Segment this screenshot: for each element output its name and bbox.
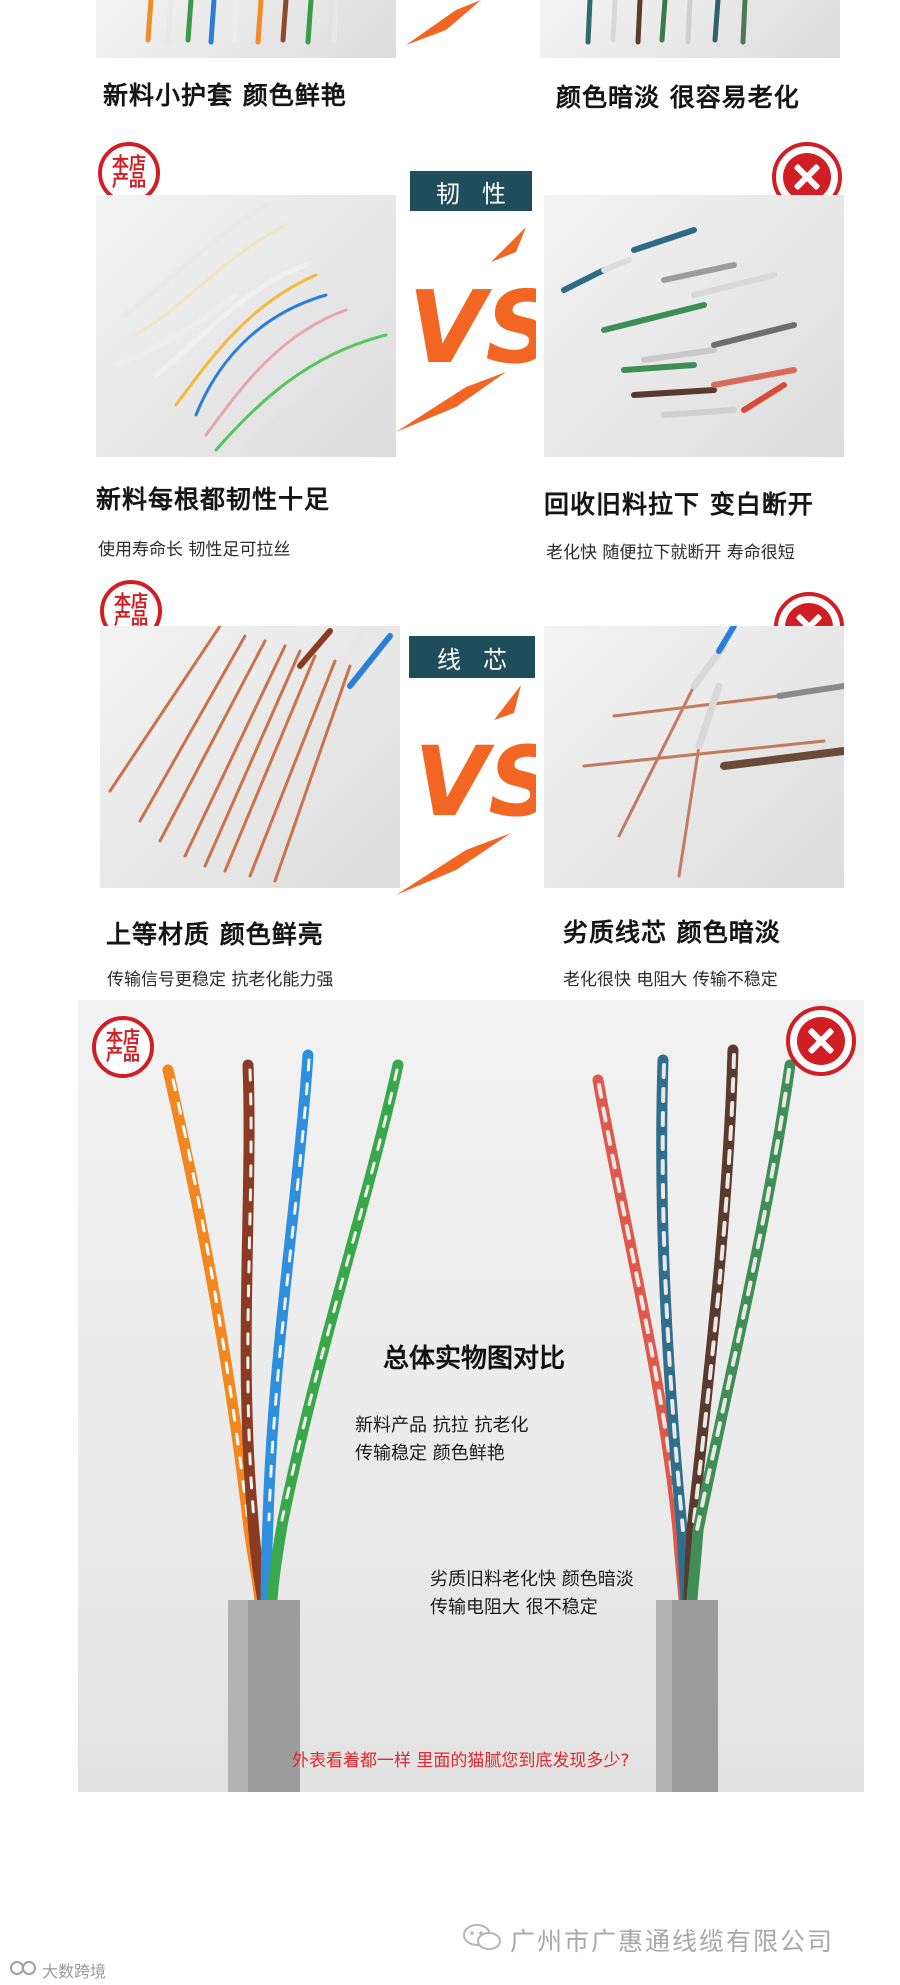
top-right-caption: 颜色暗淡 很容易老化 <box>556 83 800 112</box>
toughness-vs-graphic: VS <box>396 227 536 432</box>
watermark-logo-icon <box>10 1961 36 1975</box>
bad-product-x-icon <box>786 1006 856 1076</box>
core-label: 线芯 <box>409 636 535 678</box>
top-vs-fragment <box>406 0 481 45</box>
overall-comparison-photo <box>78 1000 864 1792</box>
svg-text:VS: VS <box>408 269 536 386</box>
core-good-photo <box>100 626 400 888</box>
core-good-subcaption: 传输信号更稳定 抗老化能力强 <box>107 970 334 990</box>
core-bad-caption: 劣质线芯 颜色暗淡 <box>563 918 781 947</box>
overview-bad-line2: 传输电阻大 很不稳定 <box>430 1597 598 1618</box>
core-bad-photo <box>544 626 844 888</box>
top-left-photo <box>96 0 396 58</box>
toughness-bad-photo <box>544 195 844 457</box>
toughness-good-subcaption: 使用寿命长 韧性足可拉丝 <box>98 540 291 560</box>
company-name: 广州市广惠通线缆有限公司 <box>510 1927 835 1956</box>
toughness-good-caption: 新料每根都韧性十足 <box>96 485 331 514</box>
overview-good-line2: 传输稳定 颜色鲜艳 <box>355 1443 505 1464</box>
wechat-icon <box>463 1924 501 1950</box>
watermark-text: 大数跨境 <box>42 1962 107 1981</box>
toughness-bad-subcaption: 老化快 随便拉下就断开 寿命很短 <box>546 543 795 563</box>
overview-good-line1: 新料产品 抗拉 抗老化 <box>355 1415 529 1436</box>
top-left-caption: 新料小护套 颜色鲜艳 <box>103 81 347 110</box>
toughness-good-photo <box>96 195 396 457</box>
toughness-label: 韧性 <box>410 171 532 211</box>
core-vs-graphic: VS <box>396 685 536 895</box>
overview-title: 总体实物图对比 <box>383 1344 566 1374</box>
core-bad-subcaption: 老化很快 电阻大 传输不稳定 <box>563 970 778 990</box>
toughness-bad-caption: 回收旧料拉下 变白断开 <box>544 490 814 519</box>
overview-bad-line1: 劣质旧料老化快 颜色暗淡 <box>430 1569 634 1590</box>
top-right-photo <box>540 0 840 58</box>
svg-text:VS: VS <box>414 726 536 838</box>
core-good-caption: 上等材质 颜色鲜亮 <box>106 920 324 949</box>
our-product-badge: 本店 产品 <box>92 1016 154 1078</box>
overview-bottom-note: 外表看着都一样 里面的猫腻您到底发现多少? <box>292 1751 630 1771</box>
